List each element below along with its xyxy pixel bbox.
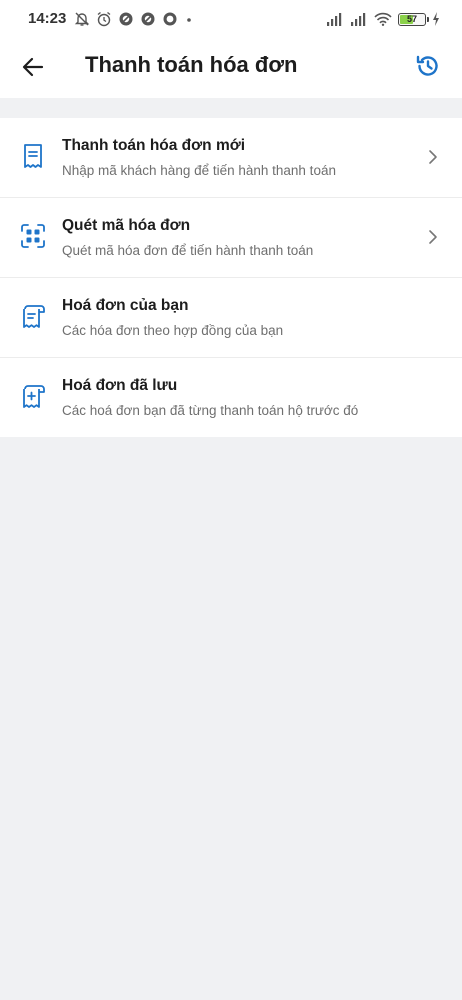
- status-right-icons: 57: [326, 10, 440, 28]
- bill-list-icon: [20, 302, 46, 330]
- menu-item-title: Hoá đơn đã lưu: [62, 377, 178, 394]
- dot-icon: [187, 18, 191, 22]
- menu-item-new-bill-payment[interactable]: Thanh toán hóa đơn mới Nhập mã khách hàn…: [0, 118, 462, 198]
- menu-item-scan-bill[interactable]: Quét mã hóa đơn Quét mã hóa đơn để tiến …: [0, 198, 462, 278]
- signal-icon: [351, 13, 366, 26]
- bill-menu: Thanh toán hóa đơn mới Nhập mã khách hàn…: [0, 118, 462, 437]
- app-bar: Thanh toán hóa đơn: [0, 34, 462, 98]
- notifications-off-icon: [74, 12, 90, 26]
- battery-cap: [427, 16, 429, 22]
- saved-bill-icon: [20, 382, 46, 410]
- menu-item-subtitle: Các hoá đơn bạn đã từng thanh toán hộ tr…: [62, 403, 359, 418]
- app-icon: [119, 12, 133, 26]
- app-icon: [163, 12, 177, 26]
- status-bar: 14:23 57: [0, 0, 462, 34]
- arrow-left-icon: [22, 57, 44, 77]
- status-left-icons: [74, 11, 194, 27]
- menu-item-subtitle: Các hóa đơn theo hợp đồng của bạn: [62, 323, 284, 338]
- status-time: 14:23: [28, 10, 67, 27]
- signal-icon: [327, 13, 342, 26]
- history-button[interactable]: [412, 50, 444, 82]
- menu-item-subtitle: Nhập mã khách hàng để tiến hành thanh to…: [62, 163, 336, 178]
- history-icon: [416, 55, 438, 76]
- battery-icon: 57: [398, 12, 429, 26]
- chevron-right-icon: [426, 227, 440, 247]
- menu-item-title: Hoá đơn của bạn: [62, 297, 189, 314]
- receipt-icon: [20, 142, 46, 170]
- menu-item-subtitle: Quét mã hóa đơn để tiến hành thanh toán: [62, 243, 314, 258]
- page-title: Thanh toán hóa đơn: [85, 52, 298, 77]
- chevron-right-icon: [426, 147, 440, 167]
- menu-item-title: Thanh toán hóa đơn mới: [62, 137, 246, 154]
- menu-item-title: Quét mã hóa đơn: [62, 217, 191, 234]
- menu-item-your-bills[interactable]: Hoá đơn của bạn Các hóa đơn theo hợp đồn…: [0, 278, 462, 358]
- app-icon: [141, 12, 155, 26]
- battery-level: 57: [406, 13, 417, 24]
- alarm-icon: [97, 11, 111, 27]
- charging-icon: [433, 12, 439, 26]
- menu-item-saved-bills[interactable]: Hoá đơn đã lưu Các hoá đơn bạn đã từng t…: [0, 358, 462, 437]
- back-button[interactable]: [18, 52, 48, 82]
- scan-qr-icon: [20, 222, 46, 250]
- wifi-icon: [374, 12, 392, 26]
